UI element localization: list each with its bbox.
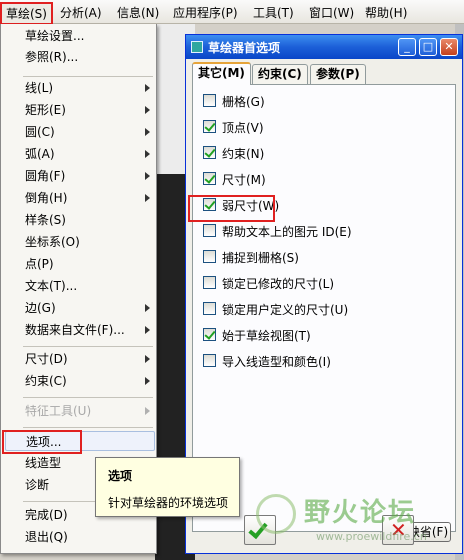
submenu-arrow-icon xyxy=(145,194,150,202)
menu-analysis[interactable]: 分析(A) xyxy=(60,4,102,21)
ok-button[interactable] xyxy=(244,515,276,545)
menu-item-dimension[interactable]: 尺寸(D) xyxy=(1,349,156,369)
submenu-arrow-icon xyxy=(145,355,150,363)
options-tooltip: 选项 针对草绘器的环境选项 xyxy=(95,457,240,517)
menu-separator xyxy=(23,397,153,398)
dialog-title: 草绘器首选项 xyxy=(208,41,281,55)
checkbox[interactable] xyxy=(203,224,216,237)
checkbox[interactable] xyxy=(203,146,216,159)
menu-item-coordinate-system[interactable]: 坐标系(O) xyxy=(1,232,156,252)
tab-constraints[interactable]: 约束(C) xyxy=(252,64,308,84)
checkbox[interactable] xyxy=(203,276,216,289)
menu-item-spline[interactable]: 样条(S) xyxy=(1,210,156,230)
tab-parameters[interactable]: 参数(P) xyxy=(310,64,366,84)
menu-item-line[interactable]: 线(L) xyxy=(1,78,156,98)
menu-item-point[interactable]: 点(P) xyxy=(1,254,156,274)
menu-item-options[interactable]: 选项... xyxy=(5,431,155,451)
checkbox[interactable] xyxy=(203,354,216,367)
checkbox[interactable] xyxy=(203,94,216,107)
menu-item-edge[interactable]: 边(G) xyxy=(1,298,156,318)
submenu-arrow-icon xyxy=(145,407,150,415)
checkbox[interactable] xyxy=(203,198,216,211)
close-button[interactable]: ✕ xyxy=(440,38,458,56)
menu-info[interactable]: 信息(N) xyxy=(117,4,159,21)
submenu-arrow-icon xyxy=(145,377,150,385)
menu-item-fillet[interactable]: 圆角(F) xyxy=(1,166,156,186)
menu-item-chamfer[interactable]: 倒角(H) xyxy=(1,188,156,208)
checkbox[interactable] xyxy=(203,172,216,185)
dialog-titlebar[interactable]: 草绘器首选项 _ □ ✕ xyxy=(186,35,462,59)
checkbox[interactable] xyxy=(203,328,216,341)
close-icon: ✕ xyxy=(390,518,407,542)
submenu-arrow-icon xyxy=(145,128,150,136)
submenu-arrow-icon xyxy=(145,326,150,334)
menu-window[interactable]: 窗口(W) xyxy=(309,4,354,21)
menu-separator xyxy=(23,346,153,347)
check-icon xyxy=(248,518,268,540)
checkbox[interactable] xyxy=(203,120,216,133)
menu-item-data-from-file[interactable]: 数据来自文件(F)... xyxy=(1,320,156,340)
menu-item-quit[interactable]: 退出(Q) xyxy=(1,527,156,547)
menu-applications[interactable]: 应用程序(P) xyxy=(173,4,238,21)
tooltip-title: 选项 xyxy=(108,469,133,483)
menu-help[interactable]: 帮助(H) xyxy=(365,4,407,21)
menu-sketch[interactable]: 草绘(S) xyxy=(0,2,53,25)
menu-separator xyxy=(23,76,153,77)
maximize-button[interactable]: □ xyxy=(419,38,437,56)
submenu-arrow-icon xyxy=(145,150,150,158)
menu-bar: 草绘(S) 分析(A) 信息(N) 应用程序(P) 工具(T) 窗口(W) 帮助… xyxy=(0,0,464,25)
menu-item-sketch-setup[interactable]: 草绘设置... xyxy=(1,26,156,46)
menu-separator xyxy=(23,427,153,428)
tab-misc[interactable]: 其它(M) xyxy=(192,62,251,85)
tooltip-body: 针对草绘器的环境选项 xyxy=(108,496,229,510)
minimize-button[interactable]: _ xyxy=(398,38,416,56)
menu-item-circle[interactable]: 圆(C) xyxy=(1,122,156,142)
checkbox[interactable] xyxy=(203,302,216,315)
submenu-arrow-icon xyxy=(145,172,150,180)
menu-item-arc[interactable]: 弧(A) xyxy=(1,144,156,164)
menu-item-text[interactable]: 文本(T)... xyxy=(1,276,156,296)
dialog-app-icon xyxy=(191,41,203,53)
submenu-arrow-icon xyxy=(145,106,150,114)
menu-item-rectangle[interactable]: 矩形(E) xyxy=(1,100,156,120)
menu-item-references[interactable]: 参照(R)... xyxy=(1,47,156,67)
submenu-arrow-icon xyxy=(145,304,150,312)
submenu-arrow-icon xyxy=(145,84,150,92)
cancel-button[interactable]: ✕ xyxy=(382,515,414,545)
menu-item-constraint[interactable]: 约束(C) xyxy=(1,371,156,391)
menu-item-feature-tools: 特征工具(U) xyxy=(1,401,156,421)
checkbox[interactable] xyxy=(203,250,216,263)
menu-tools[interactable]: 工具(T) xyxy=(253,4,294,21)
